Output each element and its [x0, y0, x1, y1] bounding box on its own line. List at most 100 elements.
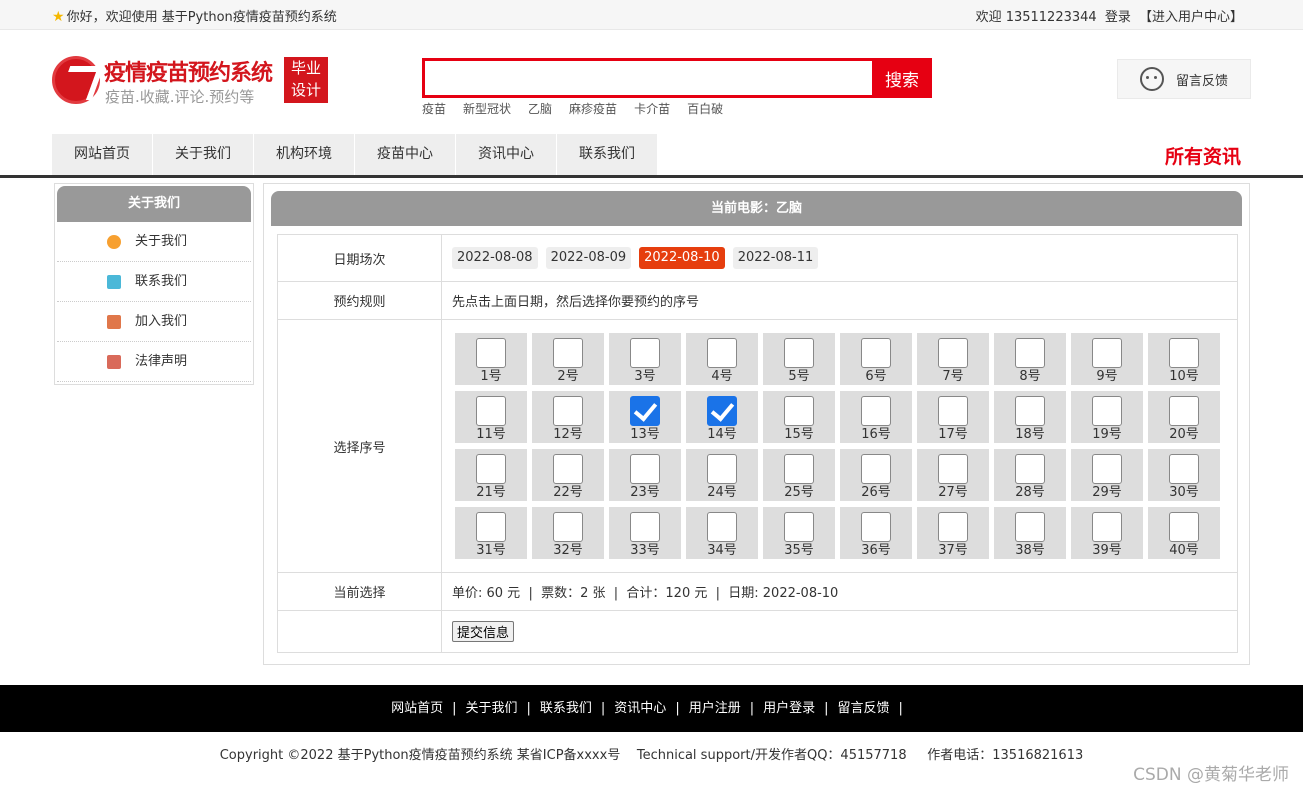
- nav-item[interactable]: 机构环境: [254, 134, 355, 175]
- sidebar-item[interactable]: 关于我们: [57, 222, 251, 262]
- seat-checkbox[interactable]: [861, 338, 891, 368]
- seat-checkbox[interactable]: [707, 512, 737, 542]
- sidebar-item[interactable]: 法律声明: [57, 342, 251, 382]
- search-input[interactable]: [425, 61, 872, 95]
- seat-checkbox[interactable]: [938, 454, 968, 484]
- seat-checkbox[interactable]: [553, 454, 583, 484]
- seat-option[interactable]: 9号: [1071, 333, 1143, 385]
- seat-checkbox[interactable]: [861, 454, 891, 484]
- seat-checkbox[interactable]: [784, 454, 814, 484]
- seat-checkbox[interactable]: [1092, 338, 1122, 368]
- seat-option[interactable]: 5号: [763, 333, 835, 385]
- seat-checkbox[interactable]: [861, 396, 891, 426]
- seat-option[interactable]: 13号: [609, 391, 681, 443]
- date-option[interactable]: 2022-08-08: [452, 247, 538, 269]
- seat-option[interactable]: 16号: [840, 391, 912, 443]
- seat-checkbox[interactable]: [1169, 396, 1199, 426]
- seat-option[interactable]: 30号: [1148, 449, 1220, 501]
- nav-item[interactable]: 关于我们: [153, 134, 254, 175]
- seat-option[interactable]: 20号: [1148, 391, 1220, 443]
- footer-link[interactable]: 用户登录: [763, 701, 815, 716]
- seat-checkbox[interactable]: [553, 338, 583, 368]
- footer-link[interactable]: 网站首页: [391, 701, 443, 716]
- seat-option[interactable]: 38号: [994, 507, 1066, 559]
- submit-button[interactable]: 提交信息: [452, 621, 515, 642]
- seat-option[interactable]: 11号: [455, 391, 527, 443]
- footer-link[interactable]: 资讯中心: [614, 701, 666, 716]
- seat-checkbox[interactable]: [630, 396, 660, 426]
- seat-checkbox[interactable]: [553, 512, 583, 542]
- seat-checkbox[interactable]: [784, 396, 814, 426]
- date-option[interactable]: 2022-08-11: [732, 247, 819, 269]
- site-logo[interactable]: 疫情疫苗预约系统 疫苗.收藏.评论.预约等 毕业 设计: [52, 55, 332, 113]
- seat-option[interactable]: 19号: [1071, 391, 1143, 443]
- seat-checkbox[interactable]: [630, 512, 660, 542]
- seat-checkbox[interactable]: [784, 338, 814, 368]
- footer-link[interactable]: 关于我们: [465, 701, 517, 716]
- seat-checkbox[interactable]: [707, 454, 737, 484]
- sidebar-item[interactable]: 加入我们: [57, 302, 251, 342]
- seat-option[interactable]: 24号: [686, 449, 758, 501]
- seat-option[interactable]: 37号: [917, 507, 989, 559]
- seat-checkbox[interactable]: [1092, 396, 1122, 426]
- seat-option[interactable]: 12号: [532, 391, 604, 443]
- seat-option[interactable]: 4号: [686, 333, 758, 385]
- seat-option[interactable]: 36号: [840, 507, 912, 559]
- seat-checkbox[interactable]: [784, 512, 814, 542]
- all-news-link[interactable]: 所有资讯: [1165, 142, 1241, 169]
- seat-checkbox[interactable]: [1092, 512, 1122, 542]
- seat-checkbox[interactable]: [1015, 454, 1045, 484]
- feedback-button[interactable]: 留言反馈: [1117, 59, 1251, 99]
- seat-option[interactable]: 31号: [455, 507, 527, 559]
- seat-checkbox[interactable]: [707, 396, 737, 426]
- seat-option[interactable]: 3号: [609, 333, 681, 385]
- seat-checkbox[interactable]: [938, 338, 968, 368]
- seat-option[interactable]: 39号: [1071, 507, 1143, 559]
- seat-option[interactable]: 25号: [763, 449, 835, 501]
- seat-checkbox[interactable]: [630, 454, 660, 484]
- seat-option[interactable]: 22号: [532, 449, 604, 501]
- seat-option[interactable]: 14号: [686, 391, 758, 443]
- seat-option[interactable]: 33号: [609, 507, 681, 559]
- nav-item[interactable]: 联系我们: [557, 134, 658, 175]
- seat-option[interactable]: 10号: [1148, 333, 1220, 385]
- footer-link[interactable]: 留言反馈: [838, 701, 890, 716]
- seat-checkbox[interactable]: [476, 396, 506, 426]
- seat-option[interactable]: 21号: [455, 449, 527, 501]
- seat-option[interactable]: 32号: [532, 507, 604, 559]
- seat-option[interactable]: 35号: [763, 507, 835, 559]
- hot-keyword-link[interactable]: 百白破: [687, 102, 723, 116]
- nav-item[interactable]: 疫苗中心: [355, 134, 456, 175]
- seat-option[interactable]: 8号: [994, 333, 1066, 385]
- seat-option[interactable]: 28号: [994, 449, 1066, 501]
- seat-checkbox[interactable]: [630, 338, 660, 368]
- seat-checkbox[interactable]: [476, 454, 506, 484]
- seat-checkbox[interactable]: [1015, 338, 1045, 368]
- seat-option[interactable]: 27号: [917, 449, 989, 501]
- seat-option[interactable]: 7号: [917, 333, 989, 385]
- seat-option[interactable]: 18号: [994, 391, 1066, 443]
- seat-checkbox[interactable]: [1169, 338, 1199, 368]
- nav-item[interactable]: 网站首页: [52, 134, 153, 175]
- seat-checkbox[interactable]: [938, 512, 968, 542]
- date-option[interactable]: 2022-08-09: [545, 247, 632, 269]
- seat-option[interactable]: 17号: [917, 391, 989, 443]
- seat-option[interactable]: 40号: [1148, 507, 1220, 559]
- hot-keyword-link[interactable]: 新型冠状: [463, 102, 511, 116]
- seat-checkbox[interactable]: [476, 338, 506, 368]
- hot-keyword-link[interactable]: 卡介苗: [634, 102, 670, 116]
- hot-keyword-link[interactable]: 麻疹疫苗: [569, 102, 617, 116]
- seat-option[interactable]: 1号: [455, 333, 527, 385]
- date-option[interactable]: 2022-08-10: [639, 247, 725, 269]
- seat-checkbox[interactable]: [707, 338, 737, 368]
- seat-checkbox[interactable]: [1169, 454, 1199, 484]
- seat-option[interactable]: 23号: [609, 449, 681, 501]
- footer-link[interactable]: 联系我们: [540, 701, 592, 716]
- sidebar-item[interactable]: 联系我们: [57, 262, 251, 302]
- seat-option[interactable]: 6号: [840, 333, 912, 385]
- seat-checkbox[interactable]: [1169, 512, 1199, 542]
- seat-checkbox[interactable]: [1092, 454, 1122, 484]
- seat-option[interactable]: 29号: [1071, 449, 1143, 501]
- seat-checkbox[interactable]: [553, 396, 583, 426]
- footer-link[interactable]: 用户注册: [689, 701, 741, 716]
